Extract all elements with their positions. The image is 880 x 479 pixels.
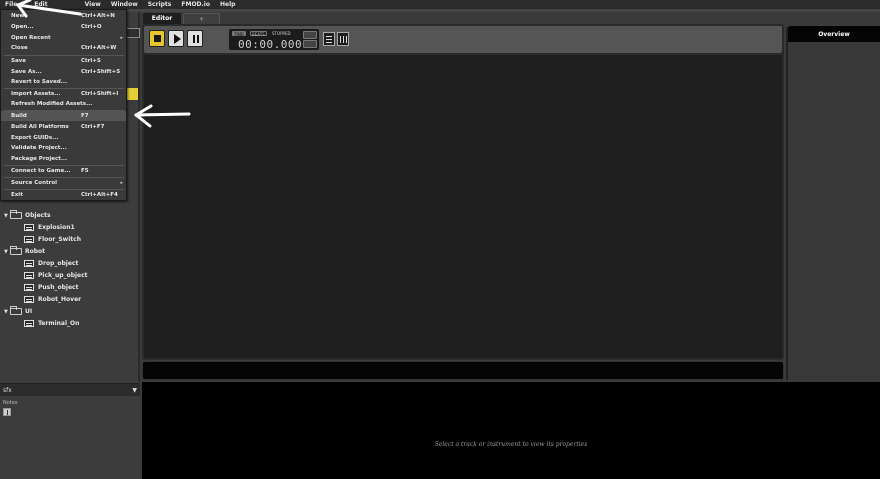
annotation-arrows xyxy=(16,0,191,128)
annotation-arrow-top xyxy=(16,0,82,18)
annotation-arrow-build xyxy=(134,104,191,128)
